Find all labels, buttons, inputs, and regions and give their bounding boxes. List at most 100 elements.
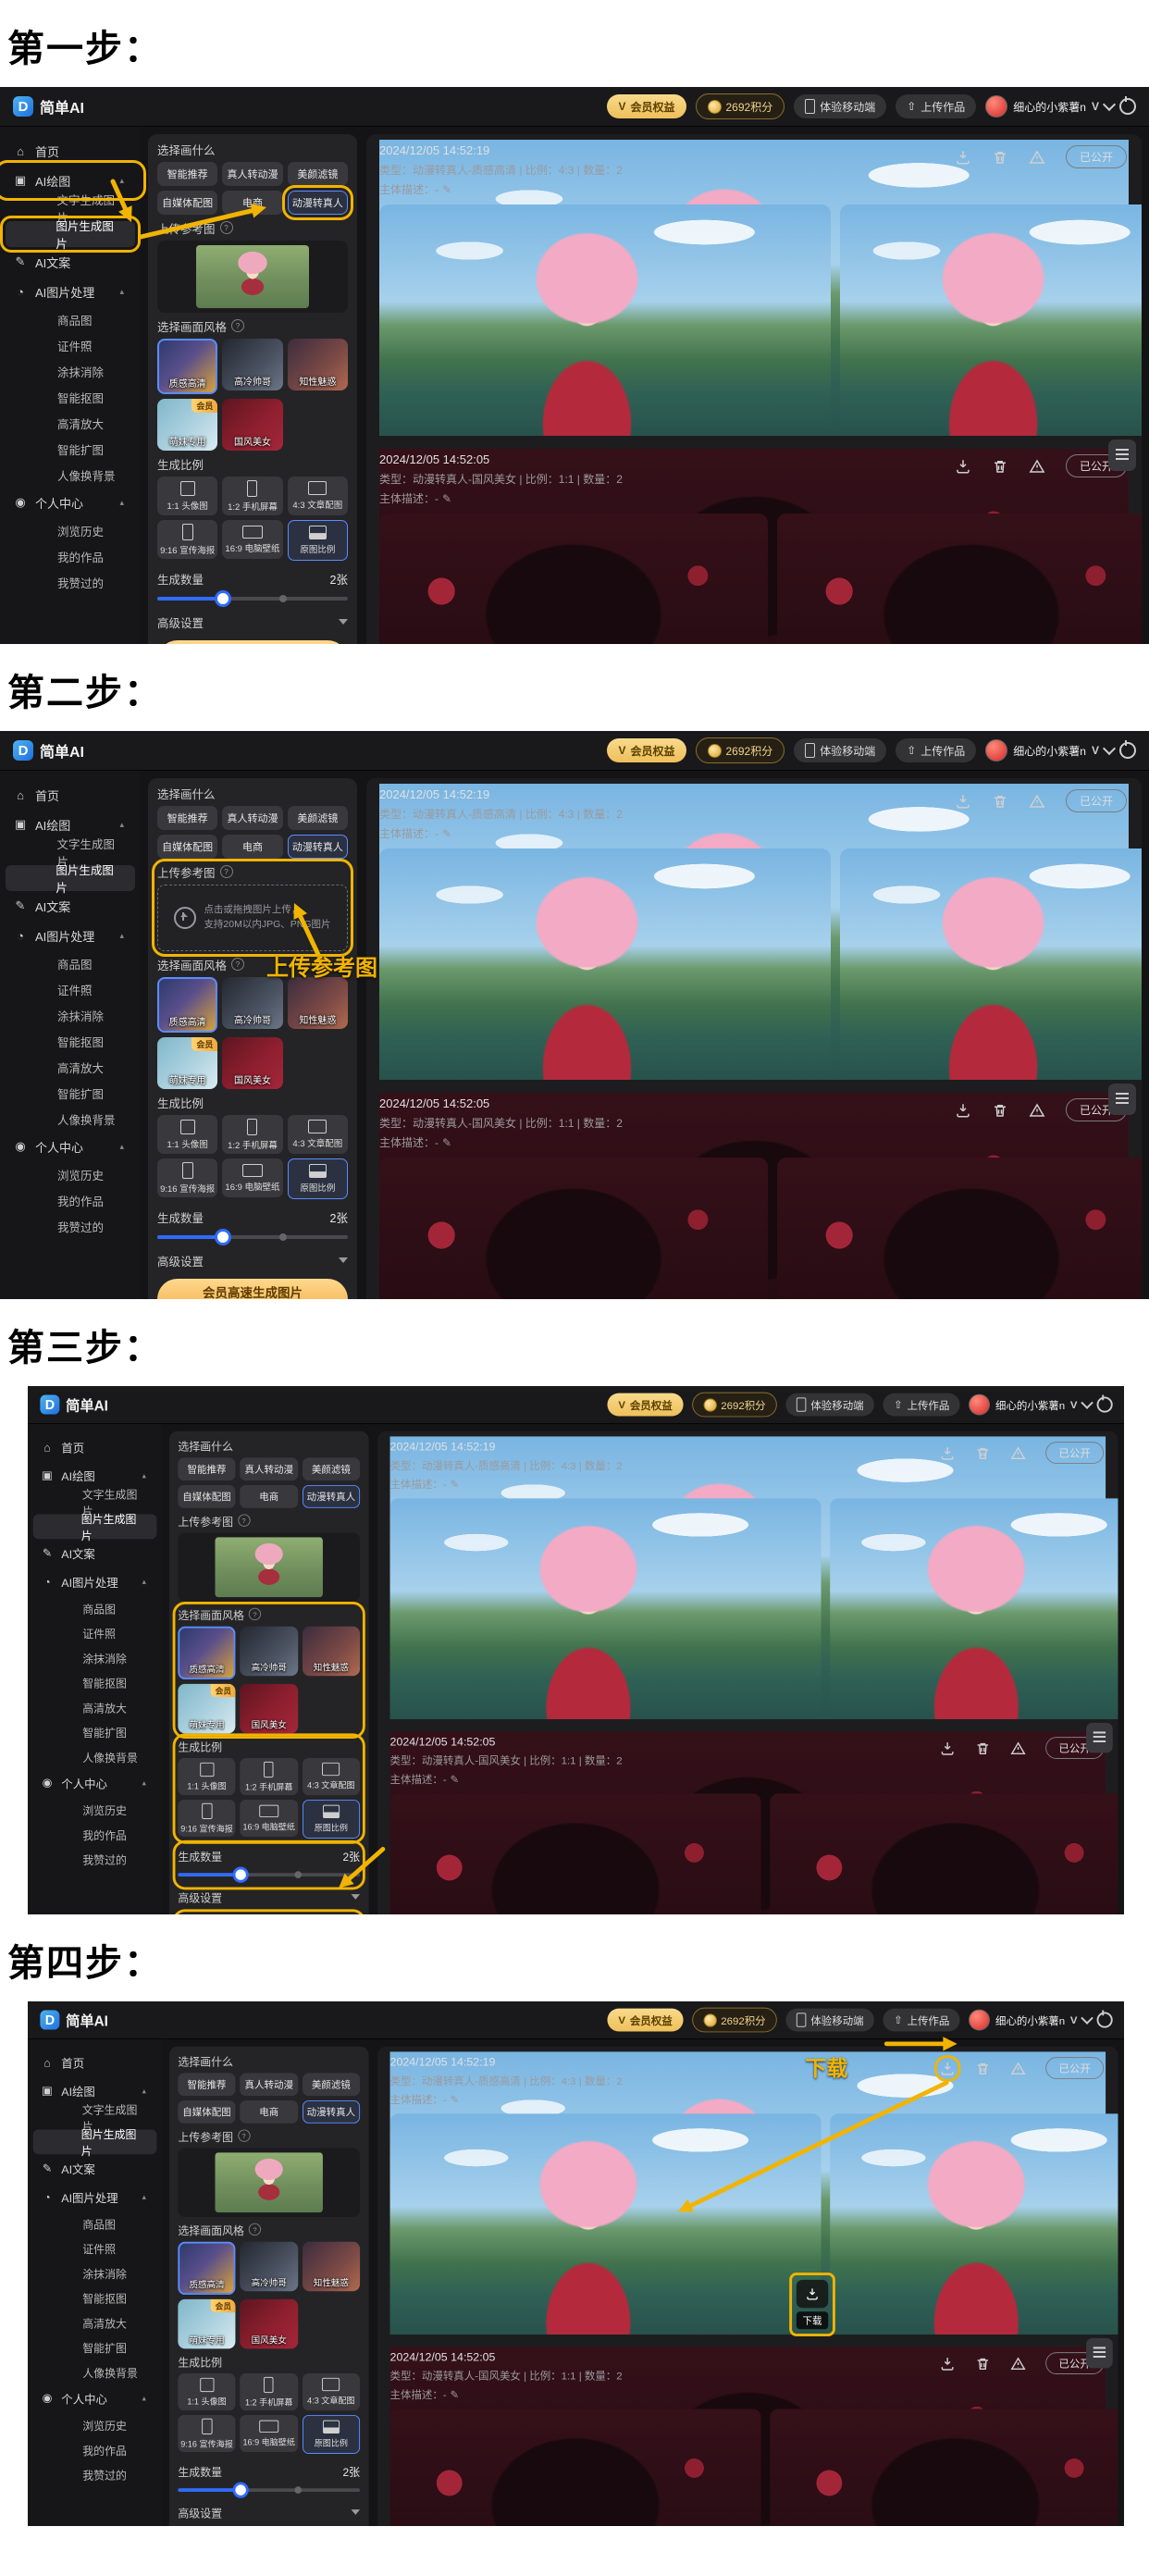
upload-works-button[interactable]: ⇧上传作品	[896, 94, 976, 118]
ratio-option[interactable]: 原图比例	[288, 520, 348, 561]
edit-pencil-icon[interactable]: ✎	[442, 827, 451, 840]
vip-benefits-button[interactable]: V会员权益	[608, 1393, 683, 1417]
mobile-app-button[interactable]: 体验移动端	[794, 738, 886, 762]
slider-knob[interactable]	[233, 1867, 249, 1883]
ratio-option[interactable]: 原图比例	[303, 1800, 360, 1839]
ratio-option[interactable]: 1:2 手机屏幕	[241, 2373, 298, 2410]
generated-image-2[interactable]	[770, 1793, 1118, 1914]
sidebar-item[interactable]: 涂抹消除	[0, 1002, 141, 1028]
sidebar-item[interactable]: ⌂ 首页	[0, 136, 141, 166]
user-menu[interactable]: 细心的小紫薯n V	[969, 1394, 1112, 1416]
what-option-button[interactable]: 电商	[241, 1485, 298, 1508]
ratio-option[interactable]: 4:3 文章配图	[288, 1115, 348, 1154]
ratio-option[interactable]: 1:2 手机屏幕	[222, 1115, 282, 1154]
app-logo[interactable]: D 简单AI	[13, 95, 84, 118]
sidebar-item[interactable]: 智能扩图	[28, 2334, 162, 2359]
generated-image-2[interactable]	[830, 1498, 1118, 1719]
delete-button[interactable]	[992, 458, 1008, 475]
cta-button[interactable]: 会员高速生成图片 (消耗2积分)	[157, 640, 348, 644]
style-option[interactable]: 会员 萌妹专用	[178, 2299, 235, 2348]
sidebar-item[interactable]: 浏览历史	[0, 517, 141, 543]
mobile-app-button[interactable]: 体验移动端	[786, 2009, 875, 2032]
what-option-button[interactable]: 真人转动漫	[222, 162, 282, 186]
edit-pencil-icon[interactable]: ✎	[450, 2388, 459, 2400]
card1-download-button[interactable]	[955, 1102, 971, 1119]
sidebar-item[interactable]: 涂抹消除	[28, 1645, 162, 1670]
what-option-button[interactable]: 电商	[222, 191, 282, 215]
reference-image-preview[interactable]	[178, 2149, 360, 2217]
sidebar-item[interactable]: ◔ AI图片处理 ▴	[0, 921, 141, 950]
sidebar-item[interactable]: 商品图	[28, 2211, 162, 2235]
sidebar-item[interactable]: 证件照	[28, 1620, 162, 1645]
credits-badge[interactable]: 2692积分	[692, 1393, 777, 1418]
generated-image-2[interactable]	[830, 2113, 1118, 2334]
card0-download-button[interactable]	[940, 2061, 956, 2076]
sidebar-item[interactable]: 智能抠图	[0, 384, 141, 410]
what-option-button[interactable]: 美颜滤镜	[303, 1457, 360, 1480]
edit-pencil-icon[interactable]: ✎	[442, 492, 451, 505]
ratio-option[interactable]: 1:1 头像图	[157, 1115, 217, 1154]
what-option-button[interactable]: 美颜滤镜	[303, 2073, 360, 2096]
slider-knob[interactable]	[215, 1229, 231, 1245]
sidebar-item[interactable]: 智能扩图	[28, 1719, 162, 1744]
what-option-button[interactable]: 智能推荐	[157, 806, 217, 830]
sidebar-item[interactable]: 人像换背景	[0, 462, 141, 488]
sidebar-item[interactable]: 智能抠图	[28, 1670, 162, 1695]
qty-slider[interactable]	[157, 1229, 348, 1245]
report-button[interactable]	[1029, 149, 1045, 166]
ratio-option[interactable]: 4:3 文章配图	[288, 477, 348, 515]
style-option[interactable]: 知性魅惑	[303, 2242, 360, 2291]
qty-slider[interactable]	[178, 2483, 360, 2498]
mobile-app-button[interactable]: 体验移动端	[786, 1393, 875, 1417]
btn-anime2real[interactable]: 动漫转真人	[303, 2100, 360, 2124]
delete-button[interactable]	[992, 1102, 1008, 1119]
qty-slider[interactable]	[178, 1867, 360, 1883]
vip-benefits-button[interactable]: V会员权益	[607, 94, 686, 118]
sidebar-item[interactable]: 我赞过的	[28, 2462, 162, 2487]
ratio-option[interactable]: 9:16 宣传海报	[178, 2415, 235, 2452]
btn-anime2real[interactable]: 动漫转真人	[303, 1485, 360, 1508]
generated-image-1[interactable]	[379, 514, 768, 644]
sidebar-item[interactable]: 涂抹消除	[0, 358, 141, 384]
upload-dropzone[interactable]: 点击或拖拽图片上传，支持20M以内JPG、PNG图片	[157, 885, 348, 951]
report-button[interactable]	[1029, 1102, 1045, 1119]
upload-works-button[interactable]: ⇧上传作品	[896, 738, 976, 762]
sidebar-item[interactable]: ◉ 个人中心 ▴	[28, 2384, 162, 2413]
card0-download-button[interactable]	[955, 793, 971, 810]
delete-button[interactable]	[992, 149, 1008, 166]
generated-image-2[interactable]	[777, 1158, 1142, 1299]
delete-button[interactable]	[992, 793, 1008, 810]
cta-button[interactable]: 会员高速生成图片 (消耗2积分)	[157, 1279, 348, 1299]
edit-pencil-icon[interactable]: ✎	[442, 1136, 451, 1149]
sidebar-item[interactable]: 浏览历史	[28, 1797, 162, 1822]
generated-image-2[interactable]	[777, 514, 1142, 644]
advanced-settings-toggle[interactable]: 高级设置	[157, 1251, 348, 1269]
nav-img2img[interactable]: 图片生成图片	[33, 2129, 157, 2154]
ratio-option[interactable]: 4:3 文章配图	[303, 1758, 360, 1795]
what-option-button[interactable]: 美颜滤镜	[288, 806, 348, 830]
what-option-button[interactable]: 智能推荐	[157, 162, 217, 186]
generated-image-1[interactable]	[390, 1498, 822, 1719]
what-option-button[interactable]: 真人转动漫	[222, 806, 282, 830]
ratio-option[interactable]: 1:1 头像图	[178, 2373, 235, 2410]
style-option[interactable]: 质感高清	[157, 339, 217, 394]
style-option[interactable]: 高冷帅哥	[222, 339, 282, 390]
qty-slider[interactable]	[157, 590, 348, 607]
sidebar-item[interactable]: ◔ AI图片处理 ▴	[28, 1567, 162, 1596]
sidebar-item[interactable]: 涂抹消除	[28, 2260, 162, 2285]
report-button[interactable]	[1010, 1740, 1026, 1755]
user-menu[interactable]: 细心的小紫薯n V	[985, 95, 1136, 118]
ratio-option[interactable]: 原图比例	[288, 1158, 348, 1199]
style-option[interactable]: 质感高清	[157, 977, 217, 1033]
what-option-button[interactable]: 真人转动漫	[241, 1457, 298, 1480]
generated-image-2[interactable]	[840, 204, 1142, 436]
edit-pencil-icon[interactable]: ✎	[442, 183, 451, 196]
nav-img2img[interactable]: 图片生成图片	[6, 865, 135, 891]
ratio-option[interactable]: 16:9 电脑壁纸	[241, 2415, 298, 2452]
mobile-app-button[interactable]: 体验移动端	[794, 94, 886, 118]
published-badge[interactable]: 已公开	[1066, 145, 1127, 168]
ratio-option[interactable]: 4:3 文章配图	[303, 2373, 360, 2410]
slider-knob[interactable]	[233, 2483, 249, 2498]
sidebar-item[interactable]: 人像换背景	[28, 2359, 162, 2384]
sidebar-item[interactable]: 高清放大	[28, 1694, 162, 1719]
